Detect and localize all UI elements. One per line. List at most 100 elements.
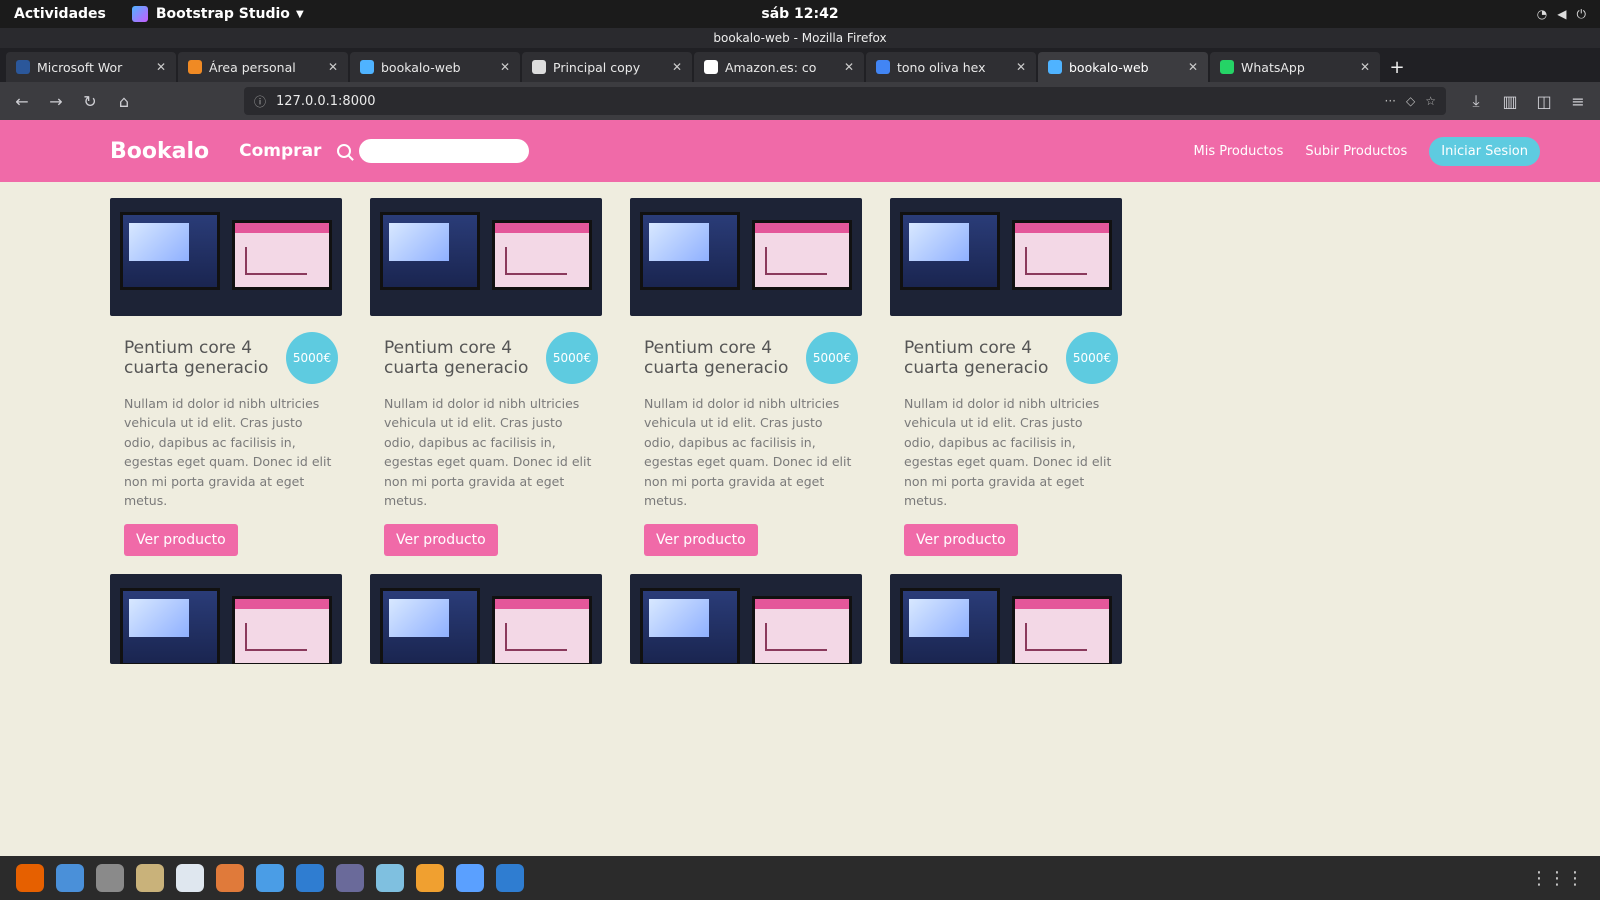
terminal-icon[interactable] [336,864,364,892]
thunderbird-icon[interactable] [56,864,84,892]
product-grid-row-2 [0,556,1600,665]
browser-tab[interactable]: bookalo-web ✕ [350,52,520,82]
bookmark-star-icon[interactable]: ☆ [1425,94,1436,108]
updater-icon[interactable] [416,864,444,892]
package-icon[interactable] [376,864,404,892]
close-icon[interactable]: ✕ [1360,60,1370,74]
login-button[interactable]: Iniciar Sesion [1429,136,1540,166]
view-product-button[interactable]: Ver producto [904,524,1018,557]
rhythmbox-icon[interactable] [136,864,164,892]
writer-icon[interactable] [176,864,204,892]
product-image[interactable] [370,574,602,665]
browser-tab-active[interactable]: bookalo-web ✕ [1038,52,1208,82]
firefox-icon[interactable] [16,864,44,892]
browser-tab[interactable]: Amazon.es: co ✕ [694,52,864,82]
product-card: Pentium core 4 cuarta generacio 5000€ Nu… [890,198,1122,557]
system-tray[interactable]: ◔ ◀ ⏻ [1537,7,1586,22]
product-description: Nullam id dolor id nibh ultricies vehicu… [384,396,592,508]
library-icon[interactable]: ▥ [1496,87,1524,115]
more-icon[interactable]: ··· [1385,94,1396,108]
product-description: Nullam id dolor id nibh ultricies vehicu… [904,396,1112,508]
price-badge: 5000€ [286,332,338,384]
nav-subir-productos-link[interactable]: Subir Productos [1305,144,1407,159]
new-tab-button[interactable]: + [1382,52,1412,82]
price-badge: 5000€ [806,332,858,384]
product-image[interactable] [890,574,1122,665]
product-description: Nullam id dolor id nibh ultricies vehicu… [644,396,852,508]
home-icon[interactable]: ⌂ [110,87,138,115]
back-icon[interactable]: ← [8,87,36,115]
browser-tab[interactable]: Área personal ✕ [178,52,348,82]
product-card: Pentium core 4 cuarta generacio 5000€ Nu… [370,198,602,557]
wifi-icon: ◔ [1536,6,1548,21]
product-title: Pentium core 4 cuarta generacio [124,337,269,378]
close-icon[interactable]: ✕ [500,60,510,74]
bootstrap-studio-icon[interactable] [456,864,484,892]
view-product-button[interactable]: Ver producto [124,524,238,557]
product-image[interactable] [110,198,342,316]
tab-favicon-icon [1048,60,1062,74]
app-menu[interactable]: Bootstrap Studio ▼ [131,6,304,22]
product-card: Pentium core 4 cuarta generacio 5000€ Nu… [110,198,342,557]
window-title: bookalo-web - Mozilla Firefox [0,28,1600,48]
search-form [337,139,530,163]
product-grid: Pentium core 4 cuarta generacio 5000€ Nu… [0,182,1600,557]
product-image[interactable] [630,198,862,316]
browser-tab[interactable]: tono oliva hex ✕ [866,52,1036,82]
browser-toolbar: ← → ↻ ⌂ ⓘ 127.0.0.1:8000 ··· ◇ ☆ ⤓ ▥ ◫ ≡ [0,82,1600,120]
view-product-button[interactable]: Ver producto [644,524,758,557]
files-icon[interactable] [96,864,124,892]
vscode-icon[interactable] [296,864,324,892]
sidebar-icon[interactable]: ◫ [1530,87,1558,115]
reload-icon[interactable]: ↻ [76,87,104,115]
product-title: Pentium core 4 cuarta generacio [384,337,529,378]
clock[interactable]: sáb 12:42 [761,6,838,22]
web-page: Bookalo Comprar Mis Productos Subir Prod… [0,120,1600,856]
url-bar[interactable]: ⓘ 127.0.0.1:8000 ··· ◇ ☆ [244,87,1446,115]
software-center-icon[interactable] [216,864,244,892]
tab-favicon-icon [1220,60,1234,74]
nav-comprar-link[interactable]: Comprar [239,141,321,161]
info-icon[interactable]: ⓘ [254,93,266,110]
volume-icon: ◀ [1557,6,1567,21]
help-icon[interactable] [256,864,284,892]
close-icon[interactable]: ✕ [672,60,682,74]
bootstrap-studio-icon [131,6,148,22]
pocket-icon[interactable]: ◇ [1406,94,1415,108]
tab-favicon-icon [360,60,374,74]
close-icon[interactable]: ✕ [844,60,854,74]
search-input[interactable] [359,139,530,163]
close-icon[interactable]: ✕ [1016,60,1026,74]
brand-logo[interactable]: Bookalo [110,139,209,164]
activities-button[interactable]: Actividades [14,6,106,22]
power-icon: ⏻ [1576,6,1587,21]
forward-icon[interactable]: → [42,87,70,115]
product-image[interactable] [890,198,1122,316]
tab-strip: Microsoft Wor ✕ Área personal ✕ bookalo-we… [0,48,1600,82]
tab-favicon-icon [704,60,718,74]
tab-favicon-icon [876,60,890,74]
close-icon[interactable]: ✕ [1188,60,1198,74]
product-image[interactable] [370,198,602,316]
product-title: Pentium core 4 cuarta generacio [644,337,789,378]
close-icon[interactable]: ✕ [156,60,166,74]
product-image[interactable] [110,574,342,665]
close-icon[interactable]: ✕ [328,60,338,74]
browser-tab[interactable]: Principal copy ✕ [522,52,692,82]
download-icon[interactable]: ⤓ [1462,87,1490,115]
browser-tab[interactable]: Microsoft Wor ✕ [6,52,176,82]
tab-favicon-icon [16,60,30,74]
chevron-down-icon: ▼ [295,8,304,20]
menu-icon[interactable]: ≡ [1564,87,1592,115]
browser-tab[interactable]: WhatsApp ✕ [1210,52,1380,82]
product-description: Nullam id dolor id nibh ultricies vehicu… [124,396,332,508]
nav-mis-productos-link[interactable]: Mis Productos [1194,144,1284,159]
gnome-top-bar: Actividades Bootstrap Studio ▼ sáb 12:42… [0,0,1600,28]
url-actions: ··· ◇ ☆ [1385,94,1436,108]
product-image[interactable] [630,574,862,665]
tab-favicon-icon [188,60,202,74]
nav-right: Mis Productos Subir Productos Iniciar Se… [1194,136,1540,166]
view-product-button[interactable]: Ver producto [384,524,498,557]
vscode-icon[interactable] [496,864,524,892]
show-applications-icon[interactable]: ⋮⋮⋮ [1530,868,1584,889]
